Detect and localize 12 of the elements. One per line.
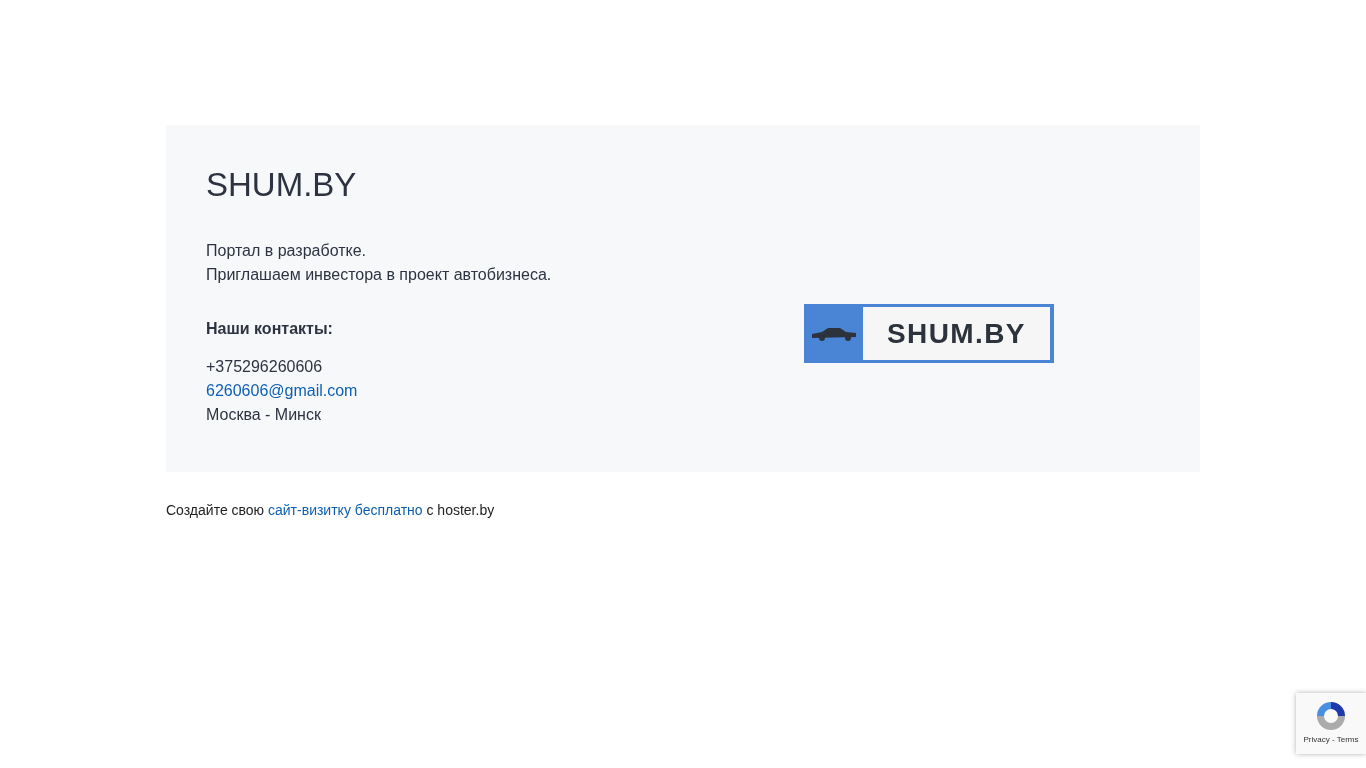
free-site-link[interactable]: сайт-визитку бесплатно	[268, 502, 423, 518]
recaptcha-icon	[1314, 699, 1348, 733]
intro-text: Портал в разработке.	[206, 241, 367, 261]
phone-number: +375296260606	[206, 357, 323, 377]
location-text: Москва - Минск	[206, 405, 321, 425]
email-link[interactable]: 6260606@gmail.com	[206, 379, 358, 403]
contacts-heading: Наши контакты:	[206, 319, 333, 339]
site-title: SHUM.BY	[206, 165, 357, 205]
intro-text: Приглашаем инвестора в проект автобизнеса.	[206, 265, 552, 285]
footer-text: Создайте свою сайт-визитку бесплатно с hoster.by	[166, 501, 495, 520]
logo-text: SHUM.BY	[887, 316, 1026, 351]
privacy-terms-link[interactable]: Privacy - Terms	[1303, 734, 1359, 746]
